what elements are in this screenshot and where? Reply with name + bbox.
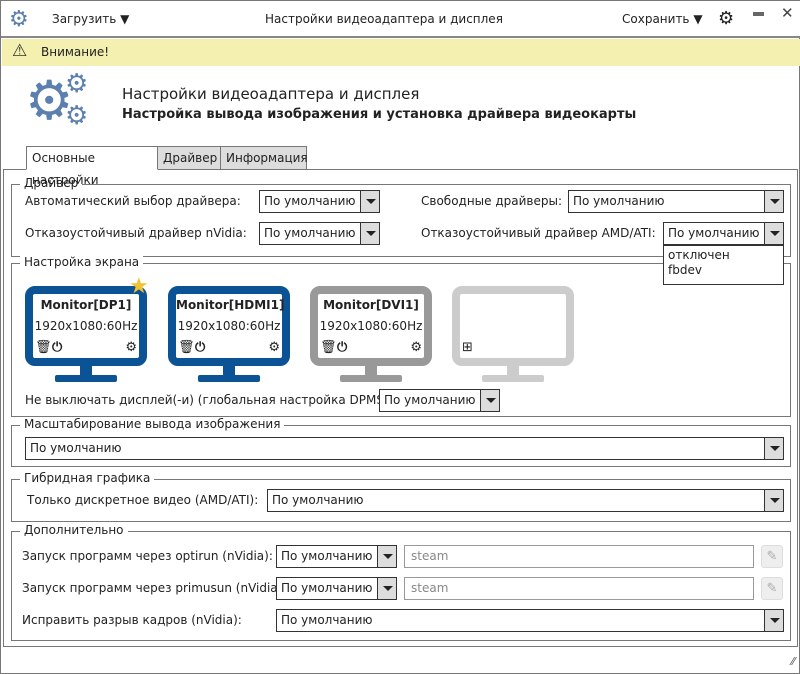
select-value: По умолчанию <box>573 194 665 208</box>
free-driver-select[interactable]: По умолчанию <box>568 190 784 213</box>
warning-banner: ⚠ Внимание! <box>2 39 800 66</box>
power-icon[interactable]: ⏻ <box>52 341 62 355</box>
minimize-icon[interactable] <box>753 12 764 16</box>
power-icon[interactable]: ⏻ <box>195 341 205 355</box>
chevron-down-icon <box>764 610 783 631</box>
header-title: Настройки видеоадаптера и дисплея <box>122 85 420 103</box>
chevron-down-icon <box>764 438 783 459</box>
select-value: По умолчанию <box>281 581 373 595</box>
chevron-down-icon <box>377 578 396 599</box>
warning-icon: ⚠ <box>12 41 28 61</box>
power-icon[interactable]: ⏻ <box>337 341 347 355</box>
optirun-input[interactable]: steam <box>404 545 754 568</box>
chevron-down-icon: ▼ <box>693 12 703 26</box>
monitor-name: Monitor[HDMI1] <box>176 298 285 312</box>
dropdown-option[interactable]: отключен <box>668 248 779 263</box>
scaling-select[interactable]: По умолчанию <box>25 437 784 460</box>
trash-icon[interactable]: 🗑 <box>35 341 52 355</box>
chevron-down-icon <box>764 191 783 212</box>
group-title: Масштабирование вывода изображения <box>20 417 285 431</box>
monitor-name: Monitor[DVI1] <box>323 298 419 312</box>
select-value: По умолчанию <box>264 226 356 240</box>
primusun-input[interactable]: steam <box>404 577 754 600</box>
auto-driver-select[interactable]: По умолчанию <box>259 190 380 213</box>
window-title: Настройки видеоадаптера и дисплея <box>265 12 503 26</box>
window: ⚙ Загрузить ▼ Настройки видеоадаптера и … <box>0 0 800 674</box>
save-label: Сохранить <box>622 12 690 26</box>
select-value: По умолчанию <box>281 549 373 563</box>
gear-icon[interactable]: ⚙ <box>410 341 422 355</box>
gears-icon: ⚙ <box>9 7 29 32</box>
trash-icon[interactable]: 🗑 <box>178 341 195 355</box>
select-value: По умолчанию <box>30 441 122 455</box>
primusun-label: Запуск программ через primusun (nVidia): <box>22 581 287 595</box>
tab-driver[interactable]: Драйвер <box>157 146 221 170</box>
chevron-down-icon <box>377 546 396 567</box>
save-menu-button[interactable]: Сохранить ▼ <box>622 12 703 26</box>
free-driver-label: Свободные драйверы: <box>421 194 563 208</box>
plus-square-icon[interactable]: ⊞ <box>462 341 473 355</box>
edit-icon[interactable]: ✎ <box>761 577 783 600</box>
monitor-resolution: 1920x1080:60Hz <box>319 319 423 333</box>
dpms-select[interactable]: По умолчанию <box>379 389 500 412</box>
group-title: Настройка экрана <box>20 255 144 269</box>
auto-driver-label: Автоматический выбор драйвера: <box>25 194 241 208</box>
group-title: Дополнительно <box>20 523 128 537</box>
chevron-down-icon <box>764 223 783 244</box>
gear-icon[interactable]: ⚙ <box>268 341 280 355</box>
chevron-down-icon: ▼ <box>120 12 130 26</box>
tearing-select[interactable]: По умолчанию <box>276 609 784 632</box>
tab-info[interactable]: Информация <box>220 146 308 170</box>
optirun-label: Запуск программ через optirun (nVidia): <box>22 549 273 563</box>
header-gear-small-icon: ⚙ <box>65 69 89 99</box>
select-value: По умолчанию <box>264 194 356 208</box>
edit-icon[interactable]: ✎ <box>761 545 783 568</box>
group-title: Гибридная графика <box>20 471 155 485</box>
trash-icon[interactable]: 🗑 <box>320 341 337 355</box>
header-subtitle: Настройка вывода изображения и установка… <box>122 107 637 122</box>
amd-failsafe-dropdown: отключен fbdev <box>663 245 784 285</box>
primusun-select[interactable]: По умолчанию <box>276 577 397 600</box>
gear-icon[interactable]: ⚙ <box>718 8 734 29</box>
load-label: Загрузить <box>52 12 117 26</box>
title-bar: ⚙ Загрузить ▼ Настройки видеоадаптера и … <box>1 1 800 38</box>
gear-icon[interactable]: ⚙ <box>125 341 137 355</box>
chevron-down-icon <box>764 490 783 511</box>
amd-failsafe-select[interactable]: По умолчанию <box>663 222 784 245</box>
amd-failsafe-label: Отказоустойчивый драйвер AMD/ATI: <box>421 226 656 240</box>
close-icon[interactable]: ✕ <box>781 4 794 22</box>
warning-text: Внимание! <box>41 45 110 59</box>
select-value: По умолчанию <box>384 393 476 407</box>
header-gear-small-icon: ⚙ <box>65 101 89 131</box>
optirun-select[interactable]: По умолчанию <box>276 545 397 568</box>
tearing-label: Исправить разрыв кадров (nVidia): <box>22 613 242 627</box>
discrete-video-label: Только дискретное видео (AMD/ATI): <box>27 493 259 507</box>
chevron-down-icon <box>480 390 499 411</box>
load-menu-button[interactable]: Загрузить ▼ <box>52 12 129 26</box>
nvidia-failsafe-label: Отказоустойчивый драйвер nVidia: <box>25 226 247 240</box>
chevron-down-icon <box>360 191 379 212</box>
monitor-name: Monitor[DP1] <box>40 298 132 312</box>
status-bar: ⁄⁄ <box>1 647 799 674</box>
discrete-video-select[interactable]: По умолчанию <box>267 489 784 512</box>
nvidia-failsafe-select[interactable]: По умолчанию <box>259 222 380 245</box>
select-value: По умолчанию <box>272 493 364 507</box>
dpms-label: Не выключать дисплей(-и) (глобальная нас… <box>25 393 393 407</box>
resize-grip-icon[interactable]: ⁄⁄ <box>791 655 795 668</box>
monitor-resolution: 1920x1080:60Hz <box>177 319 281 333</box>
select-value: По умолчанию <box>668 226 760 240</box>
star-icon: ★ <box>129 274 149 299</box>
dropdown-option[interactable]: fbdev <box>668 263 779 278</box>
select-value: По умолчанию <box>281 613 373 627</box>
chevron-down-icon <box>360 223 379 244</box>
monitor-resolution: 1920x1080:60Hz <box>34 319 138 333</box>
tab-main-settings[interactable]: Основные настройки <box>26 146 158 187</box>
